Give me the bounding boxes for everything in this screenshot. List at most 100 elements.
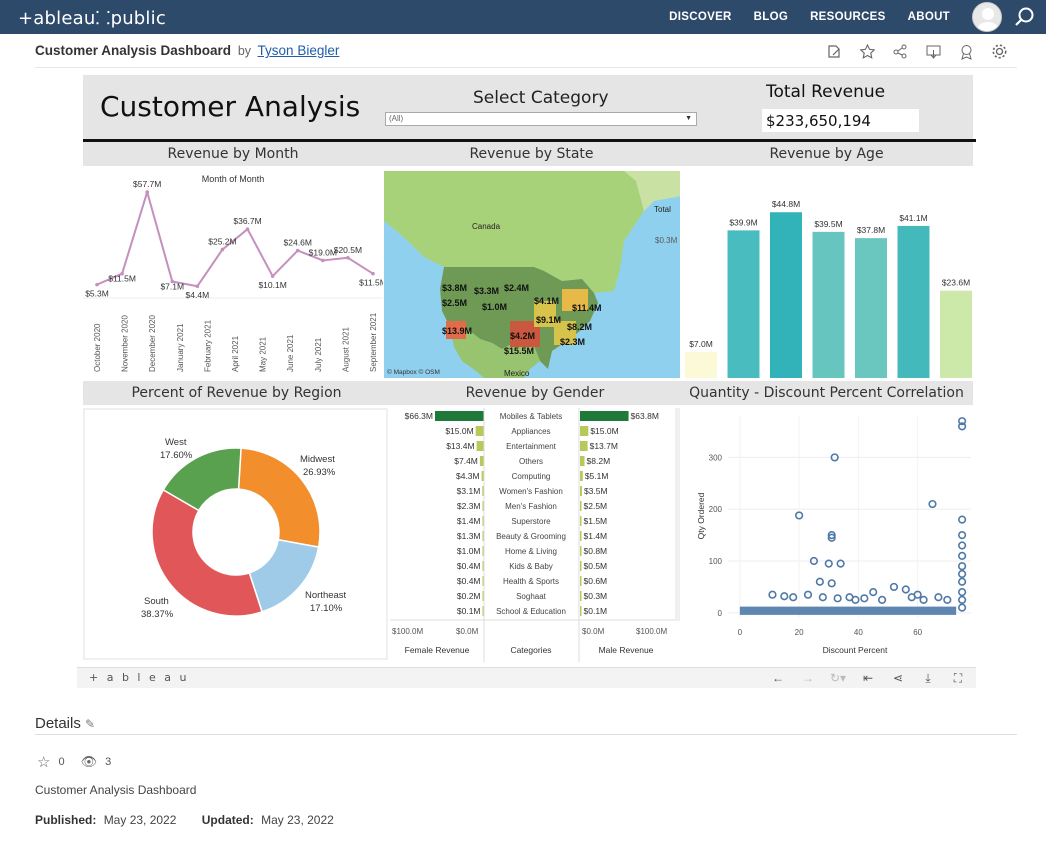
category-select[interactable]: (All) ▼ (385, 112, 697, 126)
favorite-icon[interactable] (859, 43, 876, 60)
category-label: Women's Fashion (499, 487, 563, 496)
male-bar-label: $0.5M (584, 561, 608, 571)
revenue-by-age-chart[interactable]: $7.0M $39.9M $44.8M $39.5M $37.8M $41.1M $23.6… (680, 166, 973, 378)
scatter-point (943, 595, 952, 604)
age-bar (855, 238, 887, 378)
scatter-point (919, 595, 928, 604)
month-data-label: $36.7M (233, 216, 261, 226)
qty-discount-scatter[interactable]: 0 100 200 300 0 20 40 60 Discount Percent Qty O… (688, 408, 973, 662)
month-data-label: $5.3M (85, 289, 109, 299)
viz-title: Customer Analysis Dashboard (35, 43, 232, 58)
scatter-point (768, 590, 777, 599)
female-bar-label: $4.3M (456, 471, 480, 481)
reset-icon[interactable]: ⇤ (860, 671, 876, 686)
region-label-midwest: Midwest (300, 454, 335, 465)
toolbar-download-icon[interactable]: ⤓ (920, 671, 936, 686)
revenue-by-gender-title: Revenue by Gender (390, 381, 680, 405)
scatter-point (901, 585, 910, 594)
category-label: Kids & Baby (509, 562, 553, 571)
donut-slice-northeast (248, 538, 320, 613)
redo-icon[interactable]: → (800, 671, 816, 686)
svg-text:$13.9M: $13.9M (442, 326, 472, 336)
map-label-total-value: $0.3M (655, 236, 678, 245)
region-label-northeast: Northeast (305, 590, 347, 601)
month-point (245, 227, 250, 231)
views-count: 3 (105, 756, 112, 768)
badge-icon[interactable] (958, 43, 975, 60)
toolbar-share-icon[interactable]: ⋖ (890, 671, 906, 686)
age-bar-label: $37.8M (857, 225, 885, 235)
month-line-segment (347, 256, 374, 275)
scatter-y-label: Qty Ordered (696, 492, 706, 539)
male-bar (580, 426, 589, 436)
svg-text:$3.8M: $3.8M (442, 283, 467, 293)
female-bar-label: $1.3M (457, 531, 481, 541)
dropdown-arrow-icon: ▼ (685, 115, 692, 122)
female-bar-label: $15.0M (445, 426, 473, 436)
month-tick-label: October 2020 (93, 323, 102, 372)
male-bar-label: $1.5M (584, 516, 608, 526)
scatter-point (958, 541, 967, 550)
nav-about[interactable]: ABOUT (908, 11, 950, 23)
percent-by-region-chart[interactable]: Midwest 26.93% Northeast 17.10% South 38… (83, 408, 390, 660)
male-bar-label: $8.2M (587, 456, 611, 466)
month-line-segment (121, 191, 149, 274)
tableau-public-logo[interactable]: +ableau⸬public (18, 6, 166, 30)
dashboard: Customer Analysis Select Category (All) ▼… (83, 75, 976, 665)
favorites-star-icon[interactable]: ☆ (37, 753, 50, 771)
nav-resources[interactable]: RESOURCES (810, 11, 886, 23)
scatter-point (958, 569, 967, 579)
views-eye-icon: 👁 (80, 754, 98, 769)
category-label: Appliances (511, 427, 550, 436)
revenue-by-month-title: Revenue by Month (83, 142, 383, 166)
male-bar-label: $0.3M (584, 591, 608, 601)
gender-scrollbar[interactable] (675, 408, 680, 620)
scatter-y-tick: 200 (709, 505, 723, 514)
female-bar-label: $0.1M (457, 606, 481, 616)
category-label: Soghaat (516, 592, 547, 601)
nav-blog[interactable]: BLOG (754, 11, 788, 23)
scatter-point (958, 588, 967, 597)
scatter-x-tick: 0 (738, 628, 743, 637)
undo-icon[interactable]: ← (770, 671, 786, 686)
revenue-by-age-title: Revenue by Age (680, 142, 973, 166)
published-label: Published: (35, 813, 97, 827)
svg-text:$15.5M: $15.5M (504, 346, 534, 356)
revenue-by-state-map[interactable]: Canada Mexico Total $0.3M $3.8M $3.3M $2… (384, 171, 681, 378)
category-label: Beauty & Grooming (496, 532, 566, 541)
search-icon[interactable] (1014, 6, 1036, 28)
age-bar-label: $39.9M (729, 217, 757, 227)
download-icon[interactable] (925, 43, 942, 60)
revenue-by-month-chart[interactable]: Month of Month $5.3M $11.5M $57.7M $7.1M$4.… (83, 166, 383, 378)
male-bar (580, 561, 582, 571)
tableau-toolbar-logo[interactable]: + a b l e a u (89, 671, 189, 684)
male-bar (580, 441, 588, 451)
month-point (95, 282, 99, 287)
scatter-point (851, 595, 860, 604)
edit-icon[interactable] (826, 43, 843, 60)
user-avatar[interactable] (972, 2, 1002, 32)
gender-footer-female: Female Revenue (405, 645, 470, 655)
male-bar-label: $5.1M (585, 471, 609, 481)
nav-discover[interactable]: DISCOVER (669, 11, 731, 23)
svg-text:$9.1M: $9.1M (536, 315, 561, 325)
revert-icon[interactable]: ↻▾ (830, 671, 846, 686)
dashboard-header: Customer Analysis Select Category (All) ▼… (83, 75, 973, 139)
share-icon[interactable] (892, 43, 909, 60)
month-tick-label: June 2021 (286, 334, 295, 372)
map-label-canada: Canada (472, 222, 501, 231)
female-bar-label: $2.3M (457, 501, 481, 511)
revenue-by-gender-chart[interactable]: $66.3M Mobiles & Tablets $63.8M $15.0M Appli… (390, 408, 680, 662)
female-bar-label: $0.4M (457, 561, 481, 571)
author-link[interactable]: Tyson Biegler (258, 43, 340, 58)
age-bars: $7.0M $39.9M $44.8M $39.5M $37.8M $41.1M $23.6… (685, 199, 972, 378)
fullscreen-icon[interactable]: ⛶ (950, 671, 966, 686)
category-label: Mobiles & Tablets (500, 412, 563, 421)
age-bar (727, 230, 760, 378)
age-bar-label: $41.1M (899, 213, 927, 223)
settings-icon[interactable] (991, 43, 1008, 60)
month-data-label: $20.5M (334, 245, 362, 255)
category-value: (All) (389, 114, 404, 123)
edit-pencil-icon[interactable]: ✎ (85, 717, 95, 731)
category-label: Health & Sports (503, 577, 559, 586)
